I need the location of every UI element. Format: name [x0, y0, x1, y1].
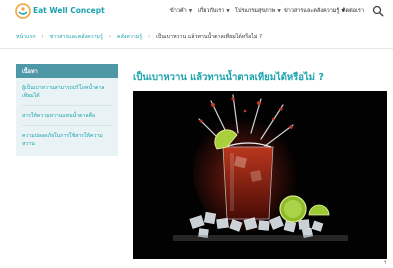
chevron-right-icon: › — [148, 34, 151, 40]
brand-logo[interactable] — [15, 3, 31, 19]
nav-item-label: ติดต่อเรา — [342, 8, 364, 14]
site-header: Eat Well Concept ข้าวคำ ▼ เกี่ยวกับเรา ▼ โ… — [0, 0, 393, 24]
table-of-contents: เนื้อหา ผู้เป็นเบาหวานสามารถบริโภคน้ำตาล… — [16, 64, 118, 156]
toc-list: ผู้เป็นเบาหวานสามารถบริโภคน้ำตาลเทียมได้… — [16, 78, 118, 156]
nav-item-label: ข้าวคำ — [170, 8, 187, 14]
breadcrumb-home[interactable]: หน้าแรก — [16, 33, 36, 41]
nav-item-news[interactable]: ข่าวสารและคลังความรู้ ▼ — [284, 7, 345, 15]
soda-splash-illustration — [133, 91, 387, 259]
scroll-to-top-icon[interactable]: ↑ — [383, 260, 387, 266]
toc-item[interactable]: สารให้ความหวานแทนน้ำตาลคือ — [22, 106, 113, 126]
chevron-down-icon: ▼ — [277, 8, 281, 14]
search-icon[interactable] — [372, 5, 384, 17]
nav-item-programs[interactable]: โปรแกรมสุขภาพ ▼ — [235, 7, 281, 15]
nav-item-label: เกี่ยวกับเรา — [198, 8, 225, 14]
breadcrumb: หน้าแรก › ข่าวสารและคลังความรู้ › คลังคว… — [16, 33, 262, 41]
divider — [0, 48, 393, 49]
nav-item-label: โปรแกรมสุขภาพ — [235, 8, 276, 14]
chevron-right-icon: › — [108, 34, 111, 40]
chevron-right-icon: › — [41, 34, 44, 40]
nav-item-contact[interactable]: ติดต่อเรา — [342, 7, 364, 15]
toc-heading: เนื้อหา — [16, 64, 118, 78]
nav-item-label: ข่าวสารและคลังความรู้ — [284, 8, 340, 14]
brand-name[interactable]: Eat Well Concept — [33, 6, 105, 15]
chevron-down-icon: ▼ — [226, 8, 230, 14]
article-title: เป็นเบาหวาน แล้วทานน้ำตาลเทียมได้หรือไม่… — [133, 72, 324, 83]
article-hero-image — [133, 91, 387, 259]
toc-item[interactable]: ผู้เป็นเบาหวานสามารถบริโภคน้ำตาลเทียมได้ — [22, 78, 113, 106]
breadcrumb-knowledge[interactable]: คลังความรู้ — [117, 33, 142, 41]
nav-item-home[interactable]: ข้าวคำ ▼ — [170, 7, 192, 15]
nav-item-about[interactable]: เกี่ยวกับเรา ▼ — [198, 7, 230, 15]
breadcrumb-current: เป็นเบาหวาน แล้วทานน้ำตาลเทียมได้หรือไม่… — [156, 34, 262, 40]
chevron-down-icon: ▼ — [188, 8, 193, 14]
toc-item[interactable]: ความปลอดภัยในการใช้สารให้ความหวาน — [22, 126, 113, 153]
breadcrumb-news[interactable]: ข่าวสารและคลังความรู้ — [50, 33, 103, 41]
